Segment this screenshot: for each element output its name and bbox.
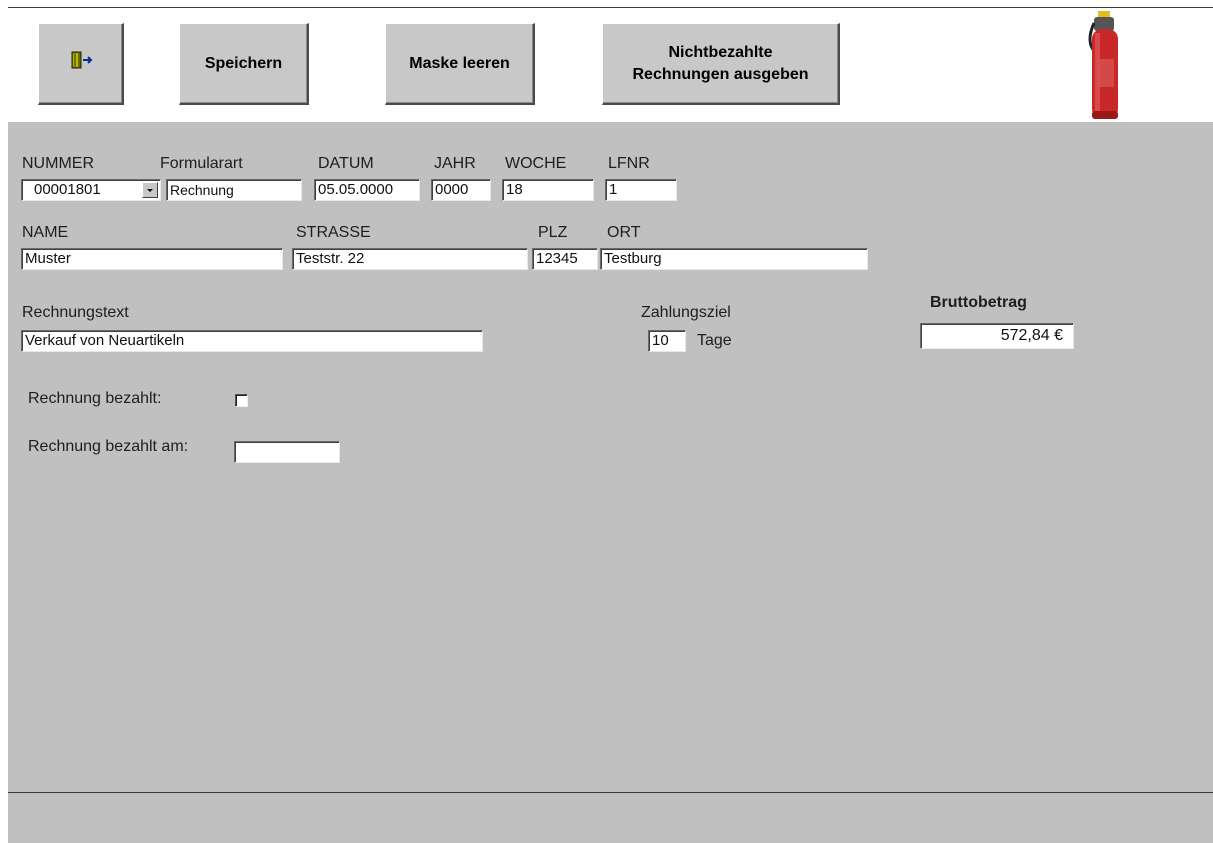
lfnr-value: 1 <box>609 181 618 198</box>
print-unpaid-label-line1: Nichtbezahlte <box>668 43 773 61</box>
exit-door-icon <box>69 51 93 76</box>
bruttobetrag-label: Bruttobetrag <box>930 294 1027 311</box>
ort-field[interactable]: Testburg <box>600 248 868 270</box>
lfnr-label: LFNR <box>608 155 650 172</box>
invoice-form: NUMMER Formularart DATUM JAHR WOCHE LFNR… <box>8 122 1213 792</box>
formularart-field[interactable]: Rechnung <box>166 179 302 201</box>
exit-button[interactable] <box>38 23 124 105</box>
plz-field[interactable]: 12345 <box>532 248 598 270</box>
formularart-label: Formularart <box>160 155 243 172</box>
toolbar: Speichern Maske leeren Nichtbezahlte Rec… <box>8 7 1213 123</box>
name-label: NAME <box>22 224 69 241</box>
bezahlt-checkbox[interactable] <box>235 394 248 407</box>
bruttobetrag-field[interactable]: 572,84 € <box>920 323 1074 349</box>
jahr-field[interactable]: 0000 <box>431 179 491 201</box>
ort-value: Testburg <box>604 250 662 267</box>
jahr-value: 0000 <box>435 181 469 198</box>
status-bar <box>8 792 1213 843</box>
nummer-label: NUMMER <box>22 155 94 172</box>
ort-label: ORT <box>607 224 641 241</box>
lfnr-field[interactable]: 1 <box>605 179 677 201</box>
name-field[interactable]: Muster <box>21 248 283 270</box>
nummer-value: 00001801 <box>34 181 101 198</box>
zahlungsziel-label: Zahlungsziel <box>641 304 731 321</box>
print-unpaid-label-line2: Rechnungen ausgeben <box>632 65 809 83</box>
datum-value: 05.05.0000 <box>318 181 394 198</box>
rechnungstext-field[interactable]: Verkauf von Neuartikeln <box>21 330 483 352</box>
bruttobetrag-value: 572,84 € <box>1000 327 1063 344</box>
bezahlt-am-label: Rechnung bezahlt am: <box>28 438 189 455</box>
bezahlt-label: Rechnung bezahlt: <box>28 390 162 407</box>
fire-extinguisher-icon <box>1084 11 1126 121</box>
zahlungsziel-field[interactable]: 10 <box>648 330 686 352</box>
formularart-value: Rechnung <box>170 182 234 198</box>
plz-value: 12345 <box>536 250 578 267</box>
zahlungsziel-unit: Tage <box>697 332 732 349</box>
woche-label: WOCHE <box>505 155 567 172</box>
plz-label: PLZ <box>538 224 568 241</box>
print-unpaid-invoices-button[interactable]: Nichtbezahlte Rechnungen ausgeben <box>602 23 840 105</box>
jahr-label: JAHR <box>434 155 476 172</box>
clear-form-button-label: Maske leeren <box>409 54 510 72</box>
chevron-down-icon[interactable] <box>142 182 158 198</box>
zahlungsziel-value: 10 <box>652 332 669 349</box>
strasse-label: STRASSE <box>296 224 371 241</box>
woche-value: 18 <box>506 181 523 198</box>
save-button-label: Speichern <box>204 54 283 72</box>
datum-label: DATUM <box>318 155 374 172</box>
woche-field[interactable]: 18 <box>502 179 594 201</box>
clear-form-button[interactable]: Maske leeren <box>385 23 535 105</box>
name-value: Muster <box>25 250 71 267</box>
strasse-value: Teststr. 22 <box>296 250 365 267</box>
rechnungstext-value: Verkauf von Neuartikeln <box>25 332 185 349</box>
rechnungstext-label: Rechnungstext <box>22 304 129 321</box>
bezahlt-am-field[interactable] <box>234 441 340 463</box>
save-button[interactable]: Speichern <box>179 23 309 105</box>
datum-field[interactable]: 05.05.0000 <box>314 179 420 201</box>
strasse-field[interactable]: Teststr. 22 <box>292 248 528 270</box>
nummer-combobox[interactable]: 00001801 <box>21 179 161 201</box>
